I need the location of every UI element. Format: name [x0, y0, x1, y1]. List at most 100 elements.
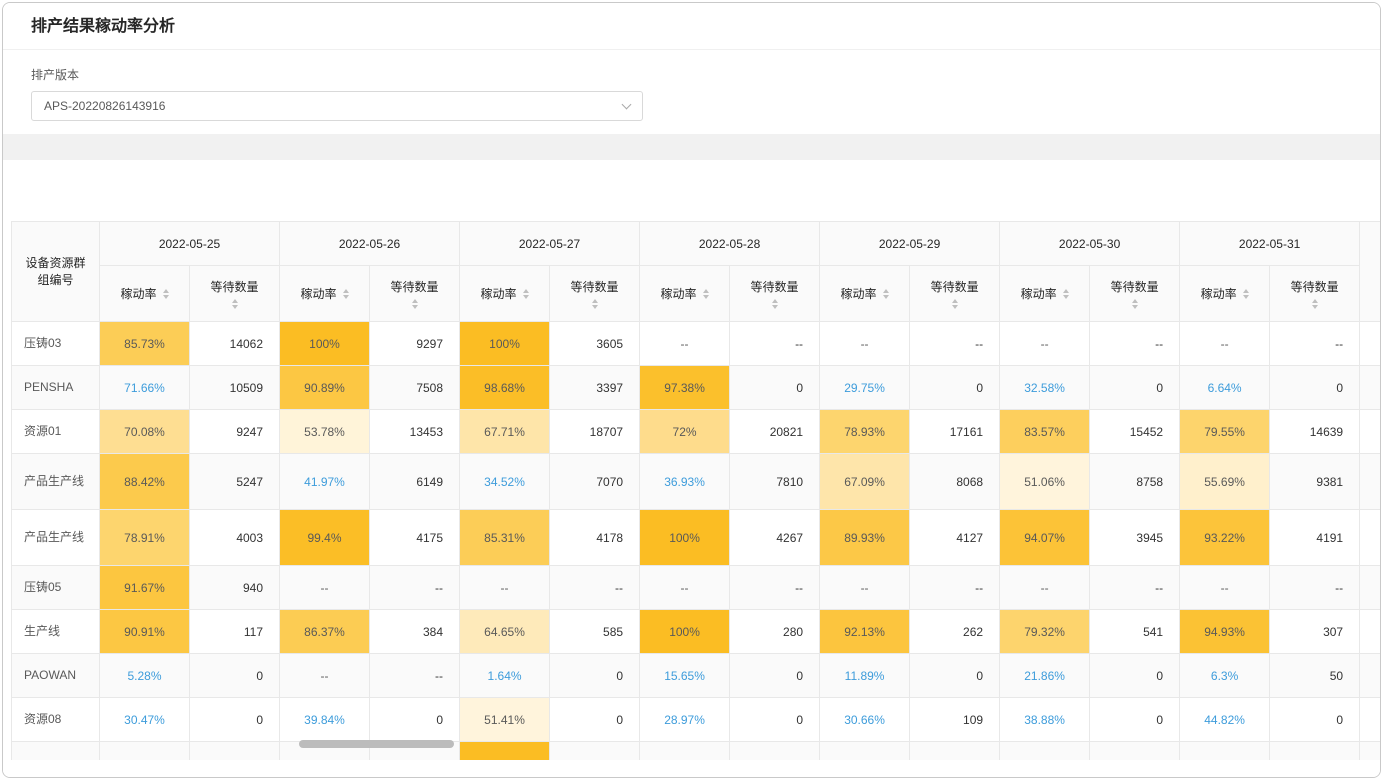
rate-cell: 53.78%: [280, 410, 370, 454]
rate-cell[interactable]: 32.58%: [1000, 366, 1090, 410]
header-wait-sort[interactable]: 等待数量: [550, 266, 640, 322]
wait-cell: --: [1090, 566, 1180, 610]
caret-down-icon: [1312, 305, 1318, 309]
wait-cell: 4127: [910, 510, 1000, 566]
rate-cell[interactable]: 39.84%: [280, 698, 370, 742]
rate-cell: 67.71%: [460, 410, 550, 454]
wait-cell: 262: [910, 610, 1000, 654]
rate-cell[interactable]: 29.75%: [820, 366, 910, 410]
clipped-cell: [1360, 566, 1381, 610]
rate-cell[interactable]: 11.89%: [820, 654, 910, 698]
header-wait-sort[interactable]: 等待数量: [370, 266, 460, 322]
header-rate-sort[interactable]: 稼动率: [100, 266, 190, 322]
caret-up-icon: [163, 289, 169, 293]
header-rate-sort[interactable]: 稼动率: [280, 266, 370, 322]
caret-down-icon: [703, 295, 709, 299]
table-row: PAOWAN5.28%0----1.64%015.65%011.89%021.8…: [12, 654, 1382, 698]
wait-cell: 7070: [550, 454, 640, 510]
rate-cell[interactable]: 36.93%: [640, 454, 730, 510]
clipped-cell: [1360, 698, 1381, 742]
rate-cell: 64.65%: [460, 610, 550, 654]
table-row: 生产线90.91%11786.37%38464.65%585100%28092.…: [12, 610, 1382, 654]
header-wait-label: 等待数量: [1111, 278, 1159, 295]
rate-cell[interactable]: 21.86%: [1000, 654, 1090, 698]
rate-cell: --: [640, 322, 730, 366]
caret-down-icon: [952, 305, 958, 309]
wait-cell: [910, 742, 1000, 761]
caret-up-icon: [703, 289, 709, 293]
rate-cell: [1180, 742, 1270, 761]
wait-cell: 0: [1090, 698, 1180, 742]
row-name-cell: 压铸03: [12, 322, 100, 366]
wait-cell: 0: [730, 654, 820, 698]
clipped-cell: [1360, 410, 1381, 454]
wait-cell: 307: [1270, 610, 1360, 654]
rate-cell[interactable]: 5.28%: [100, 654, 190, 698]
rate-cell: [100, 742, 190, 761]
header-wait-sort[interactable]: 等待数量: [1090, 266, 1180, 322]
header-rate-sort[interactable]: 稼动率: [820, 266, 910, 322]
rate-cell[interactable]: 28.97%: [640, 698, 730, 742]
sort-carets-icon: [343, 289, 349, 299]
caret-down-icon: [523, 295, 529, 299]
rate-cell[interactable]: 41.97%: [280, 454, 370, 510]
rate-cell[interactable]: 34.52%: [460, 454, 550, 510]
page-title: 排产结果稼动率分析: [31, 17, 1352, 36]
header-date: 2022-05-28: [640, 222, 820, 266]
title-divider: [3, 49, 1380, 50]
wait-cell: 0: [730, 366, 820, 410]
header-wait-sort[interactable]: 等待数量: [730, 266, 820, 322]
rate-cell[interactable]: 44.82%: [1180, 698, 1270, 742]
caret-up-icon: [1312, 299, 1318, 303]
header-rate-label: 稼动率: [301, 285, 337, 302]
header-rate-sort[interactable]: 稼动率: [460, 266, 550, 322]
clipped-cell: [1360, 366, 1381, 410]
clipped-cell: [1360, 610, 1381, 654]
rate-cell: 67.09%: [820, 454, 910, 510]
rate-cell[interactable]: 15.65%: [640, 654, 730, 698]
rate-cell[interactable]: 6.64%: [1180, 366, 1270, 410]
header-clipped-column: [1360, 222, 1381, 322]
header-date: 2022-05-27: [460, 222, 640, 266]
rate-cell: 51.06%: [1000, 454, 1090, 510]
wait-cell: 109: [910, 698, 1000, 742]
rate-cell: --: [280, 654, 370, 698]
rate-cell: 90.91%: [100, 610, 190, 654]
horizontal-scrollbar-thumb[interactable]: [299, 740, 454, 748]
header-wait-sort[interactable]: 等待数量: [190, 266, 280, 322]
wait-cell: 17161: [910, 410, 1000, 454]
caret-up-icon: [1132, 299, 1138, 303]
wait-cell: 6149: [370, 454, 460, 510]
caret-up-icon: [952, 299, 958, 303]
header-rate-sort[interactable]: 稼动率: [1000, 266, 1090, 322]
header-rate-sort[interactable]: 稼动率: [1180, 266, 1270, 322]
rate-cell[interactable]: 38.88%: [1000, 698, 1090, 742]
table-row: [12, 742, 1382, 761]
header-wait-sort[interactable]: 等待数量: [1270, 266, 1360, 322]
sort-carets-icon: [592, 299, 598, 309]
rate-cell[interactable]: 1.64%: [460, 654, 550, 698]
clipped-cell: [1360, 454, 1381, 510]
header-rate-sort[interactable]: 稼动率: [640, 266, 730, 322]
sort-carets-icon: [1312, 299, 1318, 309]
caret-up-icon: [592, 299, 598, 303]
rate-cell[interactable]: 30.66%: [820, 698, 910, 742]
table-row: 产品生产线88.42%524741.97%614934.52%707036.93…: [12, 454, 1382, 510]
wait-cell: 3397: [550, 366, 640, 410]
version-select[interactable]: APS-20220826143916: [31, 91, 643, 121]
row-name-cell: 压铸05: [12, 566, 100, 610]
table-row: 压铸0385.73%14062100%9297100%3605---------…: [12, 322, 1382, 366]
rate-cell[interactable]: 6.3%: [1180, 654, 1270, 698]
header-wait-sort[interactable]: 等待数量: [910, 266, 1000, 322]
sort-carets-icon: [1132, 299, 1138, 309]
rate-cell[interactable]: 30.47%: [100, 698, 190, 742]
wait-cell: 940: [190, 566, 280, 610]
wait-cell: 15452: [1090, 410, 1180, 454]
wait-cell: 0: [730, 698, 820, 742]
wait-cell: [190, 742, 280, 761]
rate-cell: 92.13%: [820, 610, 910, 654]
table-row: 资源0830.47%039.84%051.41%028.97%030.66%10…: [12, 698, 1382, 742]
header-rate-label: 稼动率: [841, 285, 877, 302]
rate-cell[interactable]: 71.66%: [100, 366, 190, 410]
wait-cell: [1090, 742, 1180, 761]
